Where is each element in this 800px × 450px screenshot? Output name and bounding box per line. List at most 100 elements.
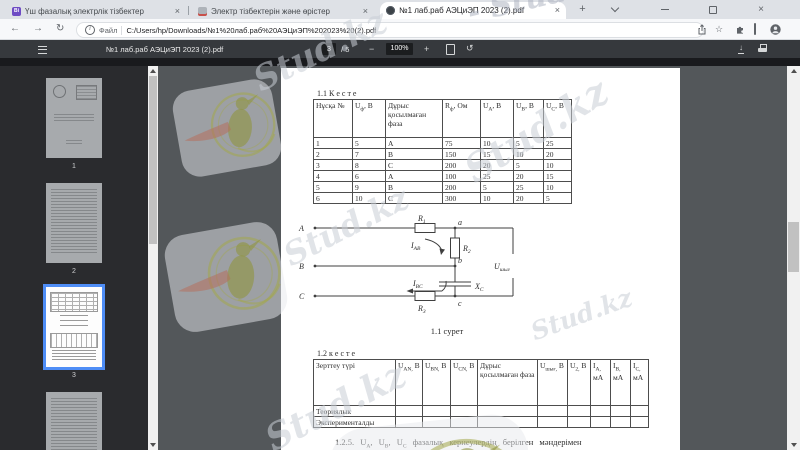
page-count-label: / 5 bbox=[341, 45, 350, 54]
table-cell: 5 bbox=[313, 181, 353, 193]
page-number-input[interactable]: 3 bbox=[322, 43, 336, 55]
header-row: Зерттеу түрі UAN, В UBN, В UCN, В Дұрыс қосы… bbox=[313, 359, 649, 406]
thumbnail-preview bbox=[52, 350, 96, 361]
profile-avatar[interactable] bbox=[770, 24, 781, 38]
table-cell bbox=[537, 405, 568, 417]
table-cell: 15 bbox=[543, 170, 572, 182]
table-cell: 3 bbox=[313, 159, 353, 171]
fit-page-icon[interactable] bbox=[446, 44, 455, 55]
table-cell: 75 bbox=[442, 137, 481, 149]
column-header: IC, мА bbox=[630, 359, 649, 406]
page-thumbnail-4[interactable] bbox=[46, 392, 102, 450]
table-row: 6 10 C 300 10 20 5 bbox=[313, 192, 572, 204]
table-cell: 10 bbox=[480, 137, 514, 149]
table-cell: 7 bbox=[352, 148, 386, 160]
output-voltage-label: Uшығ bbox=[494, 262, 511, 273]
table-cell bbox=[567, 416, 591, 428]
table-cell bbox=[630, 405, 649, 417]
thumbnail-page-number: 2 bbox=[72, 268, 76, 275]
table-cell: 10 bbox=[352, 192, 386, 204]
table-cell: 2 bbox=[313, 148, 353, 160]
xc-label: XC bbox=[474, 282, 484, 293]
table1-caption: 1.1 К е с т е bbox=[317, 89, 357, 98]
scroll-down-icon[interactable] bbox=[790, 443, 797, 447]
download-icon[interactable]: ↓ bbox=[738, 43, 744, 54]
column-header: UA, В bbox=[480, 99, 514, 138]
table2-caption: 1.2 к е с т е bbox=[317, 349, 356, 358]
pdf-document-title: №1 лаб.раб АЭЦиЭП 2023 (2).pdf bbox=[106, 45, 224, 54]
page-thumbnail-3[interactable] bbox=[46, 287, 102, 367]
page-thumbnail-1[interactable] bbox=[46, 78, 102, 158]
sidebar-scrollbar[interactable] bbox=[148, 66, 158, 450]
table-cell: C bbox=[385, 159, 443, 171]
rotate-icon[interactable]: ↺ bbox=[466, 43, 474, 54]
close-tab-icon[interactable]: × bbox=[363, 6, 368, 16]
table-cell bbox=[395, 416, 423, 428]
table-cell: 20 bbox=[543, 148, 572, 160]
tab-separator bbox=[188, 6, 189, 15]
scrollbar-thumb[interactable] bbox=[788, 222, 799, 272]
close-tab-icon[interactable]: × bbox=[555, 6, 560, 15]
extensions-puzzle-icon[interactable] bbox=[735, 24, 745, 37]
table-cell bbox=[450, 416, 478, 428]
minimize-window-button[interactable] bbox=[650, 0, 680, 19]
table-cell bbox=[422, 405, 451, 417]
column-header: UBN, В bbox=[422, 359, 451, 406]
share-icon[interactable] bbox=[697, 24, 707, 38]
thumbnail-preview bbox=[51, 189, 97, 255]
pdf-viewer: 123 1.1 К е с т е Нұсқа № Uф, В Дұрыс қосы… bbox=[0, 66, 800, 450]
page-thumbnail-2[interactable] bbox=[46, 183, 102, 263]
browser-window: + × Bi Үш фазалық электрлік тізбектер × Эле… bbox=[0, 0, 800, 450]
figure-caption: 1.1 сурет bbox=[430, 326, 464, 336]
browser-tab-3[interactable]: №1 лаб.раб АЭЦиЭП 2023 (2).pdf × bbox=[380, 2, 566, 19]
bi-favicon-icon: Bi bbox=[12, 6, 21, 16]
table-cell: 9 bbox=[352, 181, 386, 193]
zoom-level-value[interactable]: 100% bbox=[386, 43, 413, 55]
column-header: UC, В bbox=[543, 99, 572, 138]
table-cell: 20 bbox=[480, 159, 514, 171]
scrollbar-thumb[interactable] bbox=[149, 76, 157, 244]
table-cell: 20 bbox=[513, 170, 544, 182]
table-cell: 10 bbox=[543, 159, 572, 171]
print-icon[interactable] bbox=[758, 44, 768, 53]
forward-icon[interactable]: → bbox=[33, 23, 43, 35]
ibc-current-label: IBC bbox=[412, 279, 423, 290]
maximize-window-button[interactable] bbox=[698, 0, 728, 19]
address-bar: ← → ↻ i Файл C:/Users/hp/Downloads/№1%20… bbox=[0, 19, 800, 40]
table-cell bbox=[567, 405, 591, 417]
reload-icon[interactable]: ↻ bbox=[56, 23, 64, 35]
zoom-in-button[interactable]: + bbox=[424, 44, 429, 54]
table-cell bbox=[610, 405, 631, 417]
new-tab-button[interactable]: + bbox=[576, 3, 589, 16]
table-cell: 4 bbox=[313, 170, 353, 182]
browser-tab-1[interactable]: Bi Үш фазалық электрлік тізбектер × bbox=[6, 3, 186, 19]
bookmark-star-icon[interactable]: ☆ bbox=[715, 24, 723, 35]
node-c-label: c bbox=[458, 299, 462, 308]
table-cell bbox=[395, 405, 423, 417]
scroll-down-icon[interactable] bbox=[150, 443, 156, 447]
tab-search-chevron-icon[interactable] bbox=[600, 0, 630, 19]
table-cell: 200 bbox=[442, 181, 481, 193]
close-tab-icon[interactable]: × bbox=[175, 6, 180, 16]
column-header: UCN, В bbox=[450, 359, 478, 406]
table-cell: 5 bbox=[513, 137, 544, 149]
table-cell: 15 bbox=[480, 148, 514, 160]
page-info-icon[interactable]: i bbox=[85, 25, 95, 35]
zoom-out-button[interactable]: − bbox=[369, 44, 374, 54]
scroll-up-icon[interactable] bbox=[790, 69, 797, 73]
close-window-button[interactable]: × bbox=[746, 0, 776, 19]
url-separator bbox=[121, 25, 123, 35]
back-icon[interactable]: ← bbox=[10, 23, 20, 35]
phase-c-label: C bbox=[299, 292, 305, 301]
main-scrollbar[interactable] bbox=[787, 66, 800, 450]
browser-tab-2[interactable]: Электр тізбектерін және өрістер × bbox=[192, 3, 374, 19]
scroll-up-icon[interactable] bbox=[150, 69, 156, 73]
column-header: Зерттеу түрі bbox=[313, 359, 396, 406]
table-cell bbox=[630, 416, 649, 428]
pdf-menu-icon[interactable] bbox=[38, 46, 47, 54]
column-header: UAN, В bbox=[395, 359, 423, 406]
url-omnibox[interactable]: i Файл C:/Users/hp/Downloads/№1%20лаб.ра… bbox=[76, 22, 704, 38]
side-panel-icon[interactable] bbox=[754, 23, 756, 35]
table-cell: 6 bbox=[313, 192, 353, 204]
column-header: Нұсқа № bbox=[313, 99, 353, 138]
